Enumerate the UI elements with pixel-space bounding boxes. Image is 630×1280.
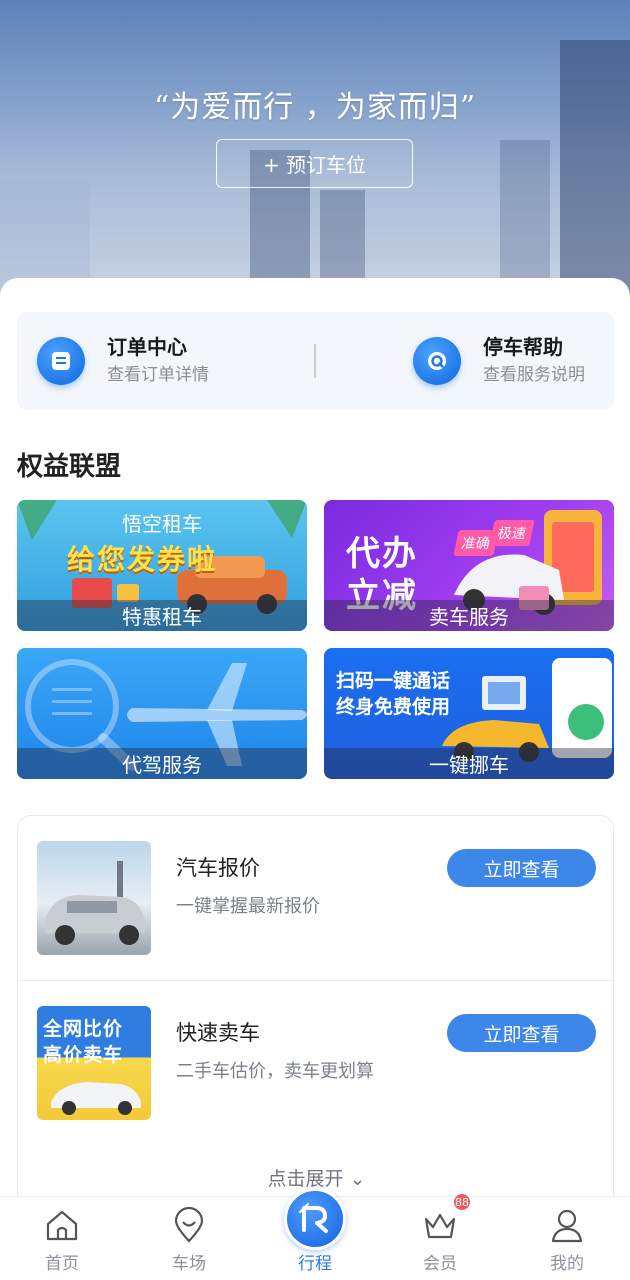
tab-label: 车场 <box>172 1254 206 1274</box>
home-icon <box>46 1210 78 1241</box>
card-car-rental[interactable]: 悟空租车 给您发券啦 特惠租车 <box>17 500 307 631</box>
card-chauffeur[interactable]: 代驾服务 <box>17 648 307 779</box>
move-car-line1: 扫码一键通话 <box>336 670 451 692</box>
list-item-title: 汽车报价 <box>176 856 260 880</box>
tab-label: 行程 <box>298 1254 332 1274</box>
member-badge: 88 <box>452 1192 472 1212</box>
services-list: 汽车报价 一键掌握最新报价 立即查看 全网比价 高价卖车 快速卖车 二手车估价，… <box>17 815 615 1235</box>
crown-icon <box>424 1213 456 1239</box>
tab-label: 我的 <box>550 1254 584 1274</box>
list-item[interactable]: 汽车报价 一键掌握最新报价 立即查看 <box>18 816 615 981</box>
hero-building <box>500 140 550 300</box>
expand-more-button[interactable]: 点击展开 ⌄ <box>18 1164 615 1191</box>
car-quote-thumbnail <box>37 841 151 955</box>
car-rental-headline: 悟空租车 <box>122 512 202 536</box>
quick-links-divider <box>314 344 316 378</box>
quick-sell-thumbnail: 全网比价 高价卖车 <box>37 1006 151 1120</box>
quick-links-panel: 订单中心 查看订单详情 停车帮助 查看服务说明 <box>17 312 614 410</box>
order-list-icon <box>37 337 85 385</box>
card-caption: 卖车服务 <box>324 600 614 631</box>
parking-help-link[interactable]: 停车帮助 查看服务说明 <box>413 312 585 410</box>
card-caption: 一键挪车 <box>324 748 614 779</box>
trip-icon[interactable] <box>284 1188 346 1250</box>
tab-label: 首页 <box>45 1254 79 1274</box>
tab-mine[interactable]: 我的 <box>517 1197 617 1280</box>
hero-banner: “为爱而行 ，为家而归” + 预订车位 <box>0 0 630 300</box>
view-now-button[interactable]: 立即查看 <box>447 1014 596 1052</box>
user-icon <box>551 1209 583 1243</box>
tab-member[interactable]: 会员 <box>390 1197 490 1280</box>
list-item[interactable]: 全网比价 高价卖车 快速卖车 二手车估价，卖车更划算 立即查看 <box>18 981 615 1146</box>
list-item-title: 快速卖车 <box>176 1021 260 1045</box>
list-item-subtitle: 一键掌握最新报价 <box>176 896 320 917</box>
card-caption: 代驾服务 <box>17 748 307 779</box>
main-content: 订单中心 查看订单详情 停车帮助 查看服务说明 权益联盟 悟空租车 给您发券啦 … <box>0 278 630 1235</box>
parking-help-title: 停车帮助 <box>483 335 563 359</box>
order-center-subtitle: 查看订单详情 <box>107 365 209 385</box>
order-center-title: 订单中心 <box>107 335 187 359</box>
order-center-link[interactable]: 订单中心 查看订单详情 <box>37 312 209 410</box>
book-parking-button[interactable]: + 预订车位 <box>216 139 413 188</box>
move-car-line2: 终身免费使用 <box>336 696 451 718</box>
quick-sell-thumb-line2: 高价卖车 <box>43 1044 124 1066</box>
hero-building <box>560 40 630 300</box>
car-rental-banner: 给您发券啦 <box>67 543 218 576</box>
card-caption: 特惠租车 <box>17 600 307 631</box>
tab-parking-lot[interactable]: 车场 <box>139 1197 239 1280</box>
location-pin-icon <box>174 1206 204 1243</box>
tab-home[interactable]: 首页 <box>12 1197 112 1280</box>
benefits-section-title: 权益联盟 <box>17 452 122 482</box>
card-move-car[interactable]: 扫码一键通话 终身免费使用 一键挪车 <box>324 648 614 779</box>
hero-slogan: “为爱而行 ，为家而归” <box>153 90 477 125</box>
card-sell-car[interactable]: 代办 立减 准确 极速 卖车服务 <box>324 500 614 631</box>
list-item-subtitle: 二手车估价，卖车更划算 <box>176 1061 374 1082</box>
quick-sell-thumb-line1: 全网比价 <box>43 1018 124 1040</box>
tab-label: 会员 <box>423 1254 457 1274</box>
view-now-button[interactable]: 立即查看 <box>447 849 596 887</box>
parking-help-subtitle: 查看服务说明 <box>483 365 585 385</box>
sell-car-tag-fast: 极速 <box>489 520 535 546</box>
help-chat-icon <box>413 337 461 385</box>
